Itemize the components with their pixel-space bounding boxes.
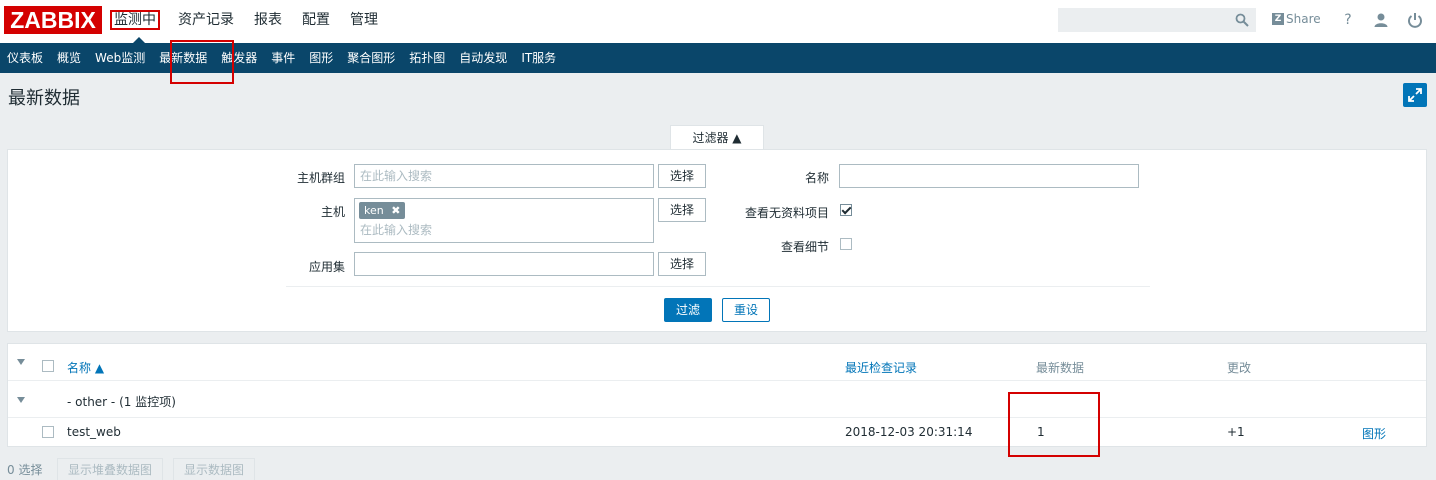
- application-select-button[interactable]: 选择: [658, 252, 706, 276]
- remove-tag-icon[interactable]: ✖: [391, 204, 400, 217]
- item-name: test_web: [67, 425, 121, 439]
- submenu-dashboard[interactable]: 仪表板: [0, 43, 50, 73]
- column-last-value-header: 最新数据: [1036, 361, 1085, 375]
- row-checkbox[interactable]: [42, 426, 54, 438]
- show-no-data-checkbox[interactable]: [840, 204, 852, 216]
- item-graph-link[interactable]: 图形: [1362, 425, 1386, 442]
- selected-count: 0 选择: [7, 463, 43, 477]
- item-change: +1: [1227, 425, 1245, 439]
- hostgroup-select-button[interactable]: 选择: [658, 164, 706, 188]
- show-no-data-label: 查看无资料项目: [744, 206, 829, 220]
- table-header-row: 名称 ▲ 最近检查记录 最新数据 更改: [8, 344, 1426, 381]
- group-row: - other - (1 监控项): [8, 381, 1426, 418]
- zabbix-share-icon: Z: [1272, 13, 1284, 25]
- collapse-all-icon[interactable]: [17, 359, 25, 365]
- menu-reports[interactable]: 报表: [244, 0, 292, 43]
- zabbix-logo[interactable]: ZABBIX: [4, 6, 102, 34]
- help-icon[interactable]: ?: [1340, 12, 1356, 28]
- top-bar: ZABBIX 监测中 资产记录 报表 配置 管理 Z Share ?: [0, 0, 1436, 43]
- select-all-checkbox[interactable]: [42, 360, 54, 372]
- filter-panel: 主机群组 在此输入搜索 选择 主机 ken ✖ 在此输入搜索 选择 应用集 选择…: [7, 149, 1427, 332]
- submenu-maps[interactable]: 拓扑图: [402, 43, 452, 73]
- sign-out-icon[interactable]: [1407, 12, 1423, 28]
- menu-monitoring[interactable]: 监测中: [110, 10, 160, 30]
- submenu-it-services[interactable]: IT服务: [514, 43, 563, 73]
- hostgroup-label: 主机群组: [296, 171, 345, 185]
- group-row-label: - other - (1 监控项): [67, 395, 176, 409]
- submenu-overview[interactable]: 概览: [50, 43, 88, 73]
- filter-tab[interactable]: 过滤器 ▲: [670, 125, 764, 150]
- filter-reset-button[interactable]: 重设: [722, 298, 770, 322]
- submenu-web[interactable]: Web监测: [88, 43, 152, 73]
- latest-data-table: 名称 ▲ 最近检查记录 最新数据 更改 - other - (1 监控项) te…: [7, 343, 1427, 447]
- name-label: 名称: [804, 171, 829, 185]
- submenu-events[interactable]: 事件: [264, 43, 302, 73]
- filter-divider: [286, 286, 1150, 287]
- share-link[interactable]: Z Share: [1272, 12, 1321, 26]
- menu-configuration[interactable]: 配置: [292, 0, 340, 43]
- application-label: 应用集: [308, 260, 345, 274]
- host-input-placeholder: 在此输入搜索: [360, 223, 433, 237]
- share-label: Share: [1286, 12, 1321, 26]
- hostgroup-input[interactable]: 在此输入搜索: [354, 164, 654, 188]
- menu-inventory[interactable]: 资产记录: [168, 0, 244, 43]
- table-row: test_web 2018-12-03 20:31:14 1 +1 图形: [8, 418, 1426, 447]
- highlight-box-latest-data: [170, 40, 234, 84]
- submenu-screens[interactable]: 聚合图形: [340, 43, 402, 73]
- submenu-graphs[interactable]: 图形: [302, 43, 340, 73]
- show-details-checkbox[interactable]: [840, 238, 852, 250]
- column-last-check-header[interactable]: 最近检查记录: [845, 359, 917, 376]
- menu-administration[interactable]: 管理: [340, 0, 388, 43]
- fullscreen-icon: [1408, 88, 1422, 102]
- filter-apply-button[interactable]: 过滤: [664, 298, 712, 322]
- user-profile-icon[interactable]: [1373, 12, 1389, 28]
- collapse-group-icon[interactable]: [17, 397, 25, 403]
- host-tag: ken ✖: [359, 202, 406, 219]
- host-select-button[interactable]: 选择: [658, 198, 706, 222]
- stacked-graph-button[interactable]: 显示堆叠数据图: [57, 458, 164, 480]
- name-input[interactable]: [839, 164, 1139, 188]
- table-footer: 0 选择 显示堆叠数据图 显示数据图: [7, 458, 1427, 480]
- column-name-header[interactable]: 名称 ▲: [67, 359, 104, 376]
- highlight-box-last-value: [1008, 392, 1100, 457]
- host-tag-label: ken: [364, 204, 384, 217]
- fullscreen-button[interactable]: [1403, 83, 1427, 107]
- show-details-label: 查看细节: [780, 240, 829, 254]
- top-menu: 监测中 资产记录 报表 配置 管理: [110, 0, 388, 43]
- search-icon[interactable]: [1235, 13, 1249, 27]
- host-input[interactable]: ken ✖ 在此输入搜索: [354, 198, 654, 243]
- application-input[interactable]: [354, 252, 654, 276]
- host-label: 主机: [320, 205, 345, 219]
- column-change-header: 更改: [1227, 361, 1252, 375]
- page-title: 最新数据: [8, 88, 80, 109]
- item-last-check: 2018-12-03 20:31:14: [845, 425, 973, 439]
- graph-button[interactable]: 显示数据图: [173, 458, 256, 480]
- global-search-input[interactable]: [1058, 8, 1256, 32]
- submenu-discovery[interactable]: 自动发现: [452, 43, 514, 73]
